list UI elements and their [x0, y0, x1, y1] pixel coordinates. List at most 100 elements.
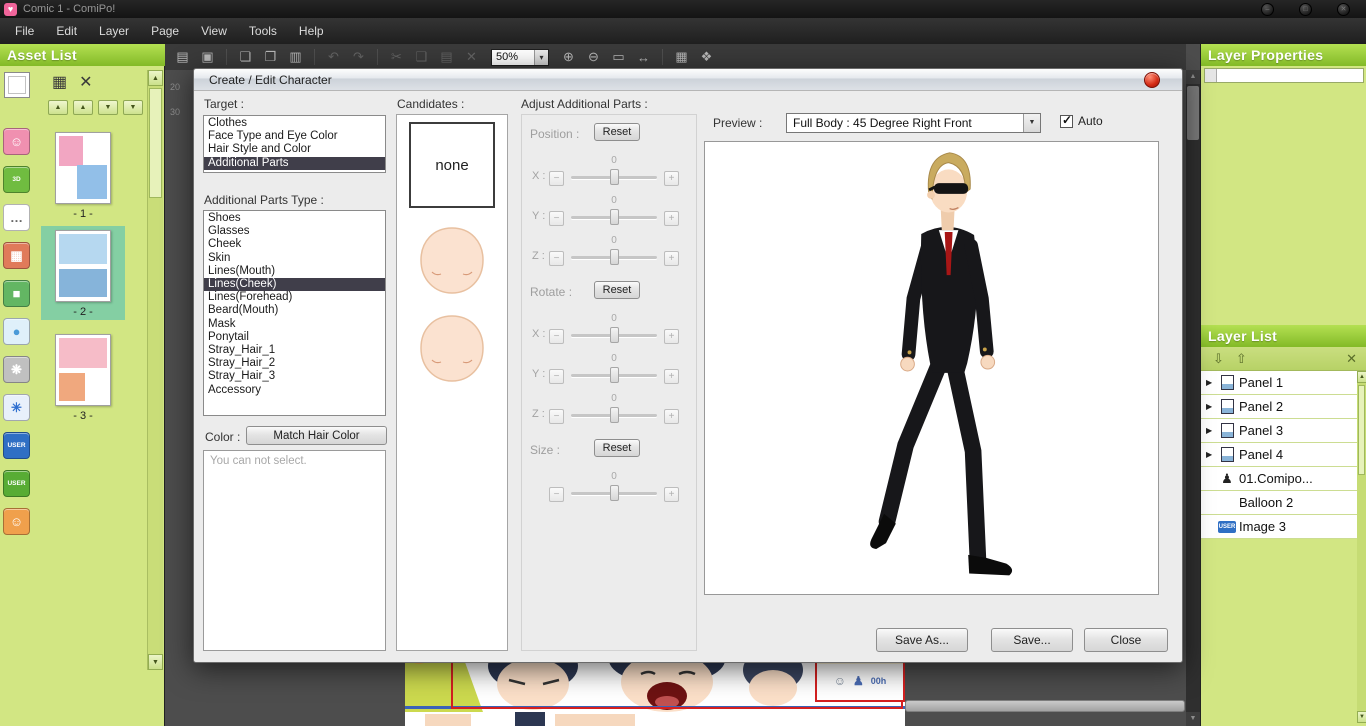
- guide-icon[interactable]: ❖: [697, 49, 716, 65]
- slider[interactable]: 0: [569, 471, 659, 505]
- layer-row[interactable]: USERImage 3: [1201, 515, 1357, 539]
- scene-category-icon[interactable]: ▦: [3, 242, 30, 269]
- expand-arrow-icon[interactable]: ▶: [1206, 450, 1218, 459]
- slider-thumb[interactable]: [610, 327, 619, 343]
- asset-delete-icon[interactable]: ✕: [79, 72, 92, 92]
- print-icon[interactable]: ▤: [173, 49, 192, 65]
- match-hair-color-button[interactable]: Match Hair Color: [246, 426, 387, 445]
- scroll-down-icon[interactable]: ▼: [148, 654, 163, 670]
- page-list-icon[interactable]: ❐: [261, 49, 280, 65]
- tone-effect-category-icon[interactable]: ❋: [3, 356, 30, 383]
- 3d-character-category-icon[interactable]: 3D: [3, 166, 30, 193]
- paste-icon[interactable]: ▤: [437, 49, 456, 65]
- slider-thumb[interactable]: [610, 407, 619, 423]
- slider-increment-button[interactable]: +: [664, 409, 679, 424]
- list-option[interactable]: Beard(Mouth): [204, 304, 385, 317]
- slider-thumb[interactable]: [610, 485, 619, 501]
- vertical-scrollbar[interactable]: ▲ ▼: [1186, 70, 1200, 726]
- slider-decrement-button[interactable]: −: [549, 211, 564, 226]
- reset-button[interactable]: Reset: [594, 281, 640, 299]
- window-minimize-button[interactable]: –: [1261, 3, 1274, 16]
- list-option[interactable]: Face Type and Eye Color: [204, 130, 385, 143]
- auto-checkbox[interactable]: [1060, 115, 1073, 128]
- slider[interactable]: 0: [569, 313, 659, 347]
- new-page-icon[interactable]: ❏: [236, 49, 255, 65]
- slider-increment-button[interactable]: +: [664, 369, 679, 384]
- slider[interactable]: 0: [569, 195, 659, 229]
- slider-thumb[interactable]: [610, 367, 619, 383]
- fit-width-icon[interactable]: ↔: [634, 50, 653, 65]
- user-2d-category-icon[interactable]: USER: [3, 432, 30, 459]
- scroll-up-icon[interactable]: ▲: [148, 70, 163, 86]
- scroll-up-icon[interactable]: ▲: [1357, 371, 1366, 383]
- cut-icon[interactable]: ✂: [387, 49, 406, 65]
- additional-parts-type-listbox[interactable]: ShoesGlassesCheekSkinLines(Mouth)Lines(C…: [203, 210, 386, 416]
- save-as-button[interactable]: Save As...: [876, 628, 968, 652]
- save-button[interactable]: Save...: [991, 628, 1073, 652]
- asset-grid-view-icon[interactable]: ▦: [52, 72, 67, 92]
- preview-view-dropdown[interactable]: Full Body : 45 Degree Right Front ▼: [786, 113, 1041, 133]
- slider[interactable]: 0: [569, 235, 659, 269]
- asset-order-button-1[interactable]: ▲: [73, 100, 93, 115]
- list-option[interactable]: Ponytail: [204, 331, 385, 344]
- water-effect-category-icon[interactable]: ●: [3, 318, 30, 345]
- undo-icon[interactable]: ↶: [324, 49, 343, 65]
- reset-button[interactable]: Reset: [594, 123, 640, 141]
- dialog-close-button[interactable]: [1144, 72, 1160, 88]
- scrollbar-thumb[interactable]: [1187, 86, 1199, 140]
- list-option[interactable]: Lines(Mouth): [204, 265, 385, 278]
- scroll-down-icon[interactable]: ▼: [1186, 712, 1200, 726]
- candidate-none[interactable]: none: [409, 122, 495, 208]
- list-option[interactable]: Clothes: [204, 117, 385, 130]
- asset-list-scrollbar[interactable]: ▲ ▼: [147, 70, 163, 670]
- slider-decrement-button[interactable]: −: [549, 409, 564, 424]
- grid-icon[interactable]: ▦: [672, 49, 691, 65]
- layer-row[interactable]: ▶Panel 4: [1201, 443, 1357, 467]
- list-option[interactable]: Glasses: [204, 225, 385, 238]
- asset-page-thumbnail[interactable]: - 2 -: [41, 226, 125, 320]
- expand-arrow-icon[interactable]: ▶: [1206, 378, 1218, 387]
- dialog-titlebar[interactable]: Create / Edit Character: [194, 69, 1182, 91]
- slider-thumb[interactable]: [610, 209, 619, 225]
- reset-button[interactable]: Reset: [594, 439, 640, 457]
- slider-increment-button[interactable]: +: [664, 171, 679, 186]
- asset-order-button-0[interactable]: ▲: [48, 100, 68, 115]
- slider[interactable]: 0: [569, 155, 659, 189]
- export-page-icon[interactable]: ▥: [286, 49, 305, 65]
- slider-thumb[interactable]: [610, 169, 619, 185]
- slider-decrement-button[interactable]: −: [549, 487, 564, 502]
- zoom-level-combobox[interactable]: 50%▾: [491, 49, 549, 66]
- scroll-down-icon[interactable]: ▼: [1357, 711, 1366, 723]
- layer-row[interactable]: ♟01.Comipo...: [1201, 467, 1357, 491]
- asset-page-thumbnail[interactable]: - 1 -: [41, 128, 125, 222]
- scrollbar-thumb[interactable]: [149, 88, 162, 198]
- horizontal-scrollbar[interactable]: [905, 700, 1185, 712]
- list-option[interactable]: Stray_Hair_2: [204, 357, 385, 370]
- asset-order-button-2[interactable]: ▼: [98, 100, 118, 115]
- list-option[interactable]: Lines(Cheek): [204, 278, 385, 291]
- list-option[interactable]: Stray_Hair_3: [204, 370, 385, 383]
- slider-thumb[interactable]: [610, 249, 619, 265]
- target-listbox[interactable]: ClothesFace Type and Eye ColorHair Style…: [203, 115, 386, 173]
- layer-row[interactable]: ▶Panel 2: [1201, 395, 1357, 419]
- slider[interactable]: 0: [569, 353, 659, 387]
- user-3d-category-icon[interactable]: USER: [3, 470, 30, 497]
- scroll-up-icon[interactable]: ▲: [1186, 70, 1200, 84]
- flash-effect-category-icon[interactable]: ✳: [3, 394, 30, 421]
- list-option[interactable]: Stray_Hair_1: [204, 344, 385, 357]
- slider-decrement-button[interactable]: −: [549, 329, 564, 344]
- layer-row[interactable]: Balloon 2: [1201, 491, 1357, 515]
- expand-arrow-icon[interactable]: ▶: [1206, 402, 1218, 411]
- menu-view[interactable]: View: [190, 18, 238, 44]
- chevron-down-icon[interactable]: ▾: [534, 50, 548, 65]
- list-option[interactable]: Lines(Forehead): [204, 291, 385, 304]
- list-option[interactable]: Mask: [204, 318, 385, 331]
- slider-increment-button[interactable]: +: [664, 329, 679, 344]
- redo-icon[interactable]: ↷: [349, 49, 368, 65]
- layer-row[interactable]: ▶Panel 3: [1201, 419, 1357, 443]
- move-layer-up-icon[interactable]: ⇧: [1236, 347, 1247, 371]
- list-option[interactable]: Skin: [204, 252, 385, 265]
- menu-page[interactable]: Page: [140, 18, 190, 44]
- move-layer-down-icon[interactable]: ⇩: [1213, 347, 1224, 371]
- slider-increment-button[interactable]: +: [664, 487, 679, 502]
